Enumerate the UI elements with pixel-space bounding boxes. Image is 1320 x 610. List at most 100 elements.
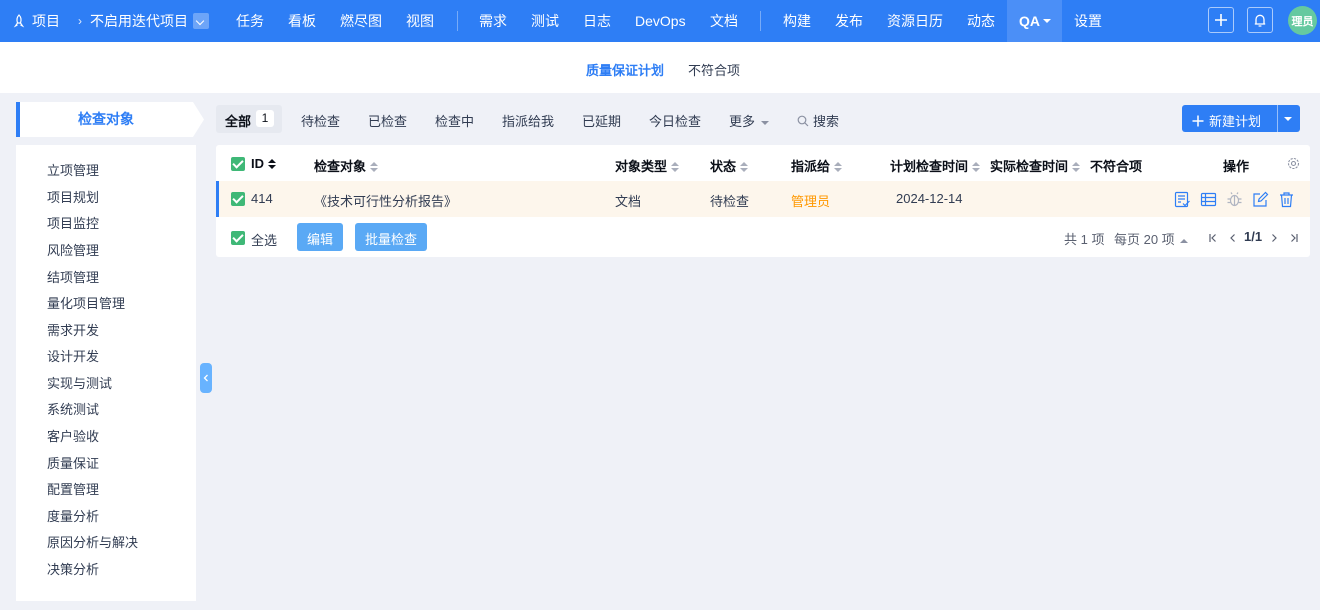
filter-tab-delayed[interactable]: 已延期 bbox=[582, 111, 621, 130]
sidebar-item[interactable]: 实现与测试 bbox=[47, 373, 112, 392]
sidebar-item[interactable]: 项目规划 bbox=[47, 187, 99, 206]
column-header-assigned-label: 指派给 bbox=[791, 159, 831, 174]
filter-tab-all[interactable]: 全部 1 bbox=[216, 105, 282, 133]
sidebar-item[interactable]: 风险管理 bbox=[47, 240, 99, 259]
filter-tab-all-label: 全部 bbox=[225, 114, 252, 129]
row-object-link[interactable]: 《技术可行性分析报告》 bbox=[314, 191, 457, 210]
table-list-icon[interactable] bbox=[1200, 191, 1217, 208]
column-header-assigned[interactable]: 指派给 bbox=[791, 156, 843, 175]
filter-tab-pending[interactable]: 待检查 bbox=[301, 111, 340, 130]
caret-up-icon bbox=[1179, 238, 1188, 243]
column-header-object[interactable]: 检查对象 bbox=[314, 156, 379, 175]
caret-down-icon[interactable] bbox=[1284, 117, 1292, 121]
next-page-icon[interactable] bbox=[1269, 233, 1279, 243]
sort-icon bbox=[1072, 162, 1081, 173]
nav-story[interactable]: 需求 bbox=[479, 0, 507, 42]
first-page-icon[interactable] bbox=[1208, 233, 1218, 243]
column-settings-icon[interactable] bbox=[1287, 157, 1300, 170]
nav-burndown[interactable]: 燃尽图 bbox=[340, 0, 382, 42]
nav-settings[interactable]: 设置 bbox=[1074, 0, 1102, 42]
table-row[interactable]: 414 《技术可行性分析报告》 文档 待检查 管理员 2024-12-14 bbox=[216, 181, 1310, 217]
nav-view[interactable]: 视图 bbox=[406, 0, 434, 42]
column-header-status[interactable]: 状态 bbox=[710, 156, 749, 175]
nav-release[interactable]: 发布 bbox=[835, 0, 863, 42]
sidebar-item[interactable]: 系统测试 bbox=[47, 399, 99, 418]
nav-divider bbox=[457, 11, 458, 31]
sidebar-item[interactable]: 度量分析 bbox=[47, 506, 99, 525]
row-type: 文档 bbox=[615, 194, 642, 209]
total-count: 共 1 项 bbox=[1064, 232, 1105, 247]
nav-devops[interactable]: DevOps bbox=[635, 0, 686, 42]
edit-button[interactable]: 编辑 bbox=[297, 223, 344, 251]
sidebar-header[interactable]: 检查对象 bbox=[16, 102, 204, 137]
top-navbar: 项目 › 不启用迭代项目 任务 看板 燃尽图 视图 需求 测试 日志 DevOp… bbox=[0, 0, 1320, 42]
column-header-status-label: 状态 bbox=[710, 159, 737, 174]
row-checkbox[interactable] bbox=[231, 192, 245, 206]
tab-nonconformity[interactable]: 不符合项 bbox=[688, 60, 740, 79]
nav-task[interactable]: 任务 bbox=[236, 0, 264, 42]
edit-icon[interactable] bbox=[1252, 191, 1269, 208]
avatar[interactable]: 理员 bbox=[1288, 6, 1317, 35]
nav-doc[interactable]: 文档 bbox=[710, 0, 738, 42]
plan-table: ID 检查对象 对象类型 状态 指派给 计划检查时间 实际检查时间 不符合项 操… bbox=[216, 145, 1310, 257]
sort-icon bbox=[740, 162, 749, 173]
sidebar-item[interactable]: 项目监控 bbox=[47, 213, 99, 232]
select-all-checkbox[interactable] bbox=[231, 231, 245, 245]
sidebar-item[interactable]: 决策分析 bbox=[47, 559, 99, 578]
nav-log[interactable]: 日志 bbox=[583, 0, 611, 42]
notification-button[interactable] bbox=[1247, 7, 1273, 33]
row-assigned[interactable]: 管理员 bbox=[791, 191, 830, 210]
sidebar-item[interactable]: 设计开发 bbox=[47, 346, 99, 365]
sidebar-item[interactable]: 量化项目管理 bbox=[47, 293, 125, 312]
check-list-icon[interactable] bbox=[1174, 191, 1191, 208]
nav-kanban[interactable]: 看板 bbox=[288, 0, 316, 42]
filter-more-dropdown[interactable]: 更多 bbox=[729, 111, 770, 130]
add-button[interactable] bbox=[1208, 7, 1234, 33]
column-header-type[interactable]: 对象类型 bbox=[615, 156, 680, 175]
sidebar-item[interactable]: 质量保证 bbox=[47, 453, 99, 472]
sidebar-item[interactable]: 立项管理 bbox=[47, 160, 99, 179]
button-separator bbox=[1277, 105, 1278, 132]
select-all-header-checkbox[interactable] bbox=[231, 157, 245, 171]
bug-icon[interactable] bbox=[1226, 191, 1243, 208]
sidebar-item[interactable]: 需求开发 bbox=[47, 320, 99, 339]
filter-tab-checking[interactable]: 检查中 bbox=[435, 111, 474, 130]
current-project-switcher[interactable]: › 不启用迭代项目 bbox=[78, 0, 209, 42]
filter-tab-checked[interactable]: 已检查 bbox=[368, 111, 407, 130]
sort-icon bbox=[834, 162, 843, 173]
batch-check-button[interactable]: 批量检查 bbox=[355, 223, 428, 251]
caret-down-icon bbox=[761, 120, 770, 125]
nav-qa[interactable]: QA bbox=[1007, 0, 1062, 42]
new-plan-button[interactable]: 新建计划 bbox=[1182, 105, 1300, 132]
filter-tab-today[interactable]: 今日检查 bbox=[649, 111, 701, 130]
row-planned-time: 2024-12-14 bbox=[896, 191, 963, 206]
prev-page-icon[interactable] bbox=[1228, 233, 1238, 243]
select-all-label[interactable]: 全选 bbox=[251, 230, 277, 249]
search-button[interactable]: 搜索 bbox=[797, 111, 839, 130]
new-plan-text: 新建计划 bbox=[1209, 114, 1262, 129]
filter-tab-assigned-to-me[interactable]: 指派给我 bbox=[502, 111, 554, 130]
row-id: 414 bbox=[251, 191, 273, 206]
sidebar-collapse-handle[interactable] bbox=[200, 363, 212, 393]
page-size-selector[interactable]: 每页 20 项 bbox=[1114, 229, 1188, 248]
nav-qa-label: QA bbox=[1019, 13, 1040, 29]
project-label: 项目 bbox=[32, 13, 60, 29]
project-menu[interactable]: 项目 bbox=[12, 0, 60, 42]
column-header-id[interactable]: ID bbox=[251, 156, 276, 171]
sort-icon bbox=[671, 162, 680, 173]
sidebar-item[interactable]: 原因分析与解决 bbox=[47, 532, 138, 551]
sidebar-item[interactable]: 客户验收 bbox=[47, 426, 99, 445]
trash-icon[interactable] bbox=[1278, 191, 1295, 208]
sidebar-item[interactable]: 配置管理 bbox=[47, 479, 99, 498]
nav-test[interactable]: 测试 bbox=[531, 0, 559, 42]
tab-qa-plan[interactable]: 质量保证计划 bbox=[586, 60, 664, 79]
plus-icon bbox=[1215, 14, 1227, 26]
column-header-planned-time[interactable]: 计划检查时间 bbox=[890, 156, 981, 175]
nav-resource-calendar[interactable]: 资源日历 bbox=[887, 0, 943, 42]
chevron-down-icon[interactable] bbox=[193, 13, 209, 29]
last-page-icon[interactable] bbox=[1289, 233, 1299, 243]
nav-dynamic[interactable]: 动态 bbox=[967, 0, 995, 42]
sidebar-item[interactable]: 结项管理 bbox=[47, 267, 99, 286]
column-header-actual-time[interactable]: 实际检查时间 bbox=[990, 156, 1081, 175]
nav-build[interactable]: 构建 bbox=[783, 0, 811, 42]
